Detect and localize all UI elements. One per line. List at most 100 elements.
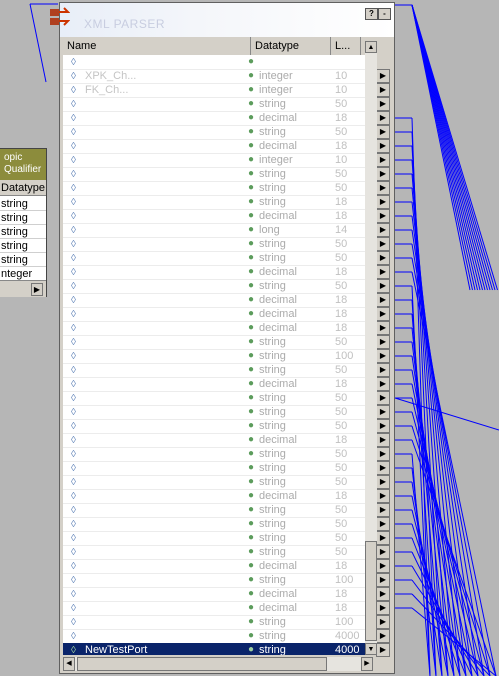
port-link-arrow-icon[interactable]: ▶	[376, 181, 390, 195]
port-row[interactable]: ◊ ● string 50	[63, 447, 373, 462]
sq-row[interactable]: string	[0, 225, 46, 239]
vertical-scrollbar[interactable]: ▲ ▼	[365, 41, 377, 655]
port-link-arrow-icon[interactable]: ▶	[376, 573, 390, 587]
port-link-arrow-icon[interactable]: ▶	[376, 251, 390, 265]
port-row-selected[interactable]: ◊ NewTestPort ● string 4000	[63, 643, 373, 655]
port-link-arrow-icon[interactable]: ▶	[376, 363, 390, 377]
source-qualifier-header[interactable]: opic Qualifier	[0, 149, 46, 180]
sq-hscrollbar[interactable]: ▶	[0, 280, 46, 297]
port-link-arrow-icon[interactable]: ▶	[376, 349, 390, 363]
port-link-arrow-icon[interactable]: ▶	[376, 125, 390, 139]
port-row[interactable]: ◊ ●	[63, 55, 373, 70]
xml-parser-window[interactable]: XML PARSER ? - Name Datatype L... ◊ ● ◊ XPK…	[50, 2, 395, 674]
port-row[interactable]: ◊ ● decimal 18	[63, 559, 373, 574]
hscroll-thumb[interactable]	[77, 657, 327, 671]
port-link-arrow-icon[interactable]: ▶	[376, 643, 390, 657]
port-link-arrow-icon[interactable]: ▶	[376, 321, 390, 335]
port-row[interactable]: ◊ ● string 18	[63, 195, 373, 210]
port-link-arrow-icon[interactable]: ▶	[376, 629, 390, 643]
port-row[interactable]: ◊ ● string 50	[63, 279, 373, 294]
port-row[interactable]: ◊ ● string 50	[63, 125, 373, 140]
port-link-arrow-icon[interactable]: ▶	[376, 237, 390, 251]
port-row[interactable]: ◊ FK_Ch... ● integer 10	[63, 83, 373, 98]
port-link-arrow-icon[interactable]: ▶	[376, 195, 390, 209]
port-row[interactable]: ◊ ● string 4000	[63, 629, 373, 644]
sq-row[interactable]: string	[0, 211, 46, 225]
horizontal-scrollbar[interactable]: ◀ ▶	[63, 657, 373, 671]
port-row[interactable]: ◊ ● string 50	[63, 335, 373, 350]
scroll-right-icon[interactable]: ▶	[31, 283, 43, 296]
port-row[interactable]: ◊ ● string 50	[63, 475, 373, 490]
port-row[interactable]: ◊ ● integer 10	[63, 153, 373, 168]
port-link-arrow-icon[interactable]: ▶	[376, 559, 390, 573]
name-column-header[interactable]: Name	[63, 37, 251, 55]
port-row[interactable]: ◊ ● string 50	[63, 419, 373, 434]
port-row[interactable]: ◊ ● string 50	[63, 167, 373, 182]
scroll-down-icon[interactable]: ▼	[365, 643, 377, 655]
port-link-arrow-icon[interactable]: ▶	[376, 545, 390, 559]
port-row[interactable]: ◊ ● decimal 18	[63, 377, 373, 392]
port-row[interactable]: ◊ ● string 50	[63, 545, 373, 560]
port-link-arrow-icon[interactable]: ▶	[376, 489, 390, 503]
window-titlebar[interactable]: XML PARSER ? -	[50, 3, 394, 37]
port-link-arrow-icon[interactable]: ▶	[376, 167, 390, 181]
sq-row[interactable]: string	[0, 239, 46, 253]
port-row[interactable]: ◊ ● decimal 18	[63, 209, 373, 224]
port-row[interactable]: ◊ ● string 50	[63, 237, 373, 252]
port-link-arrow-icon[interactable]: ▶	[376, 615, 390, 629]
length-column-header[interactable]: L...	[331, 37, 361, 55]
port-row[interactable]: ◊ ● string 50	[63, 363, 373, 378]
port-link-arrow-icon[interactable]: ▶	[376, 391, 390, 405]
port-row[interactable]: ◊ ● string 100	[63, 615, 373, 630]
port-row[interactable]: ◊ ● decimal 18	[63, 293, 373, 308]
port-row[interactable]: ◊ ● string 50	[63, 517, 373, 532]
port-link-arrow-icon[interactable]: ▶	[376, 97, 390, 111]
port-row[interactable]: ◊ ● decimal 18	[63, 321, 373, 336]
source-qualifier-panel[interactable]: opic Qualifier Datatype string string stri…	[0, 148, 47, 297]
sq-datatype-header[interactable]: Datatype	[0, 180, 46, 196]
port-row[interactable]: ◊ ● string 100	[63, 573, 373, 588]
port-link-arrow-icon[interactable]: ▶	[376, 69, 390, 83]
port-row[interactable]: ◊ ● decimal 18	[63, 433, 373, 448]
sq-row[interactable]: nteger	[0, 267, 46, 281]
port-row[interactable]: ◊ ● string 50	[63, 251, 373, 266]
port-row[interactable]: ◊ ● decimal 18	[63, 265, 373, 280]
port-link-arrow-icon[interactable]: ▶	[376, 447, 390, 461]
port-row[interactable]: ◊ ● decimal 18	[63, 587, 373, 602]
scroll-up-icon[interactable]: ▲	[365, 41, 377, 53]
port-row[interactable]: ◊ ● string 50	[63, 461, 373, 476]
port-row[interactable]: ◊ ● string 50	[63, 503, 373, 518]
port-link-arrow-icon[interactable]: ▶	[376, 517, 390, 531]
scroll-right-icon[interactable]: ▶	[361, 657, 373, 671]
port-link-arrow-icon[interactable]: ▶	[376, 335, 390, 349]
port-row[interactable]: ◊ ● string 50	[63, 181, 373, 196]
datatype-column-header[interactable]: Datatype	[251, 37, 331, 55]
port-row[interactable]: ◊ ● string 50	[63, 97, 373, 112]
port-row[interactable]: ◊ ● string 50	[63, 405, 373, 420]
port-link-arrow-icon[interactable]: ▶	[376, 433, 390, 447]
port-row[interactable]: ◊ ● decimal 18	[63, 489, 373, 504]
scroll-left-icon[interactable]: ◀	[63, 657, 75, 671]
port-link-arrow-icon[interactable]: ▶	[376, 461, 390, 475]
port-link-arrow-icon[interactable]: ▶	[376, 83, 390, 97]
port-link-arrow-icon[interactable]: ▶	[376, 601, 390, 615]
port-link-arrow-icon[interactable]: ▶	[376, 111, 390, 125]
port-link-arrow-icon[interactable]: ▶	[376, 307, 390, 321]
port-row[interactable]: ◊ ● long 14	[63, 223, 373, 238]
port-link-arrow-icon[interactable]: ▶	[376, 377, 390, 391]
port-link-arrow-icon[interactable]: ▶	[376, 531, 390, 545]
port-link-arrow-icon[interactable]: ▶	[376, 475, 390, 489]
port-link-arrow-icon[interactable]: ▶	[376, 279, 390, 293]
port-row[interactable]: ◊ ● string 100	[63, 349, 373, 364]
port-link-arrow-icon[interactable]: ▶	[376, 405, 390, 419]
port-row[interactable]: ◊ ● decimal 18	[63, 111, 373, 126]
port-link-arrow-icon[interactable]: ▶	[376, 223, 390, 237]
port-row[interactable]: ◊ ● decimal 18	[63, 139, 373, 154]
port-row[interactable]: ◊ ● decimal 18	[63, 601, 373, 616]
port-link-arrow-icon[interactable]: ▶	[376, 139, 390, 153]
port-link-arrow-icon[interactable]: ▶	[376, 587, 390, 601]
port-link-arrow-icon[interactable]: ▶	[376, 419, 390, 433]
port-link-arrow-icon[interactable]: ▶	[376, 265, 390, 279]
minimize-button[interactable]: -	[378, 8, 391, 20]
port-row[interactable]: ◊ XPK_Ch... ● integer 10	[63, 69, 373, 84]
